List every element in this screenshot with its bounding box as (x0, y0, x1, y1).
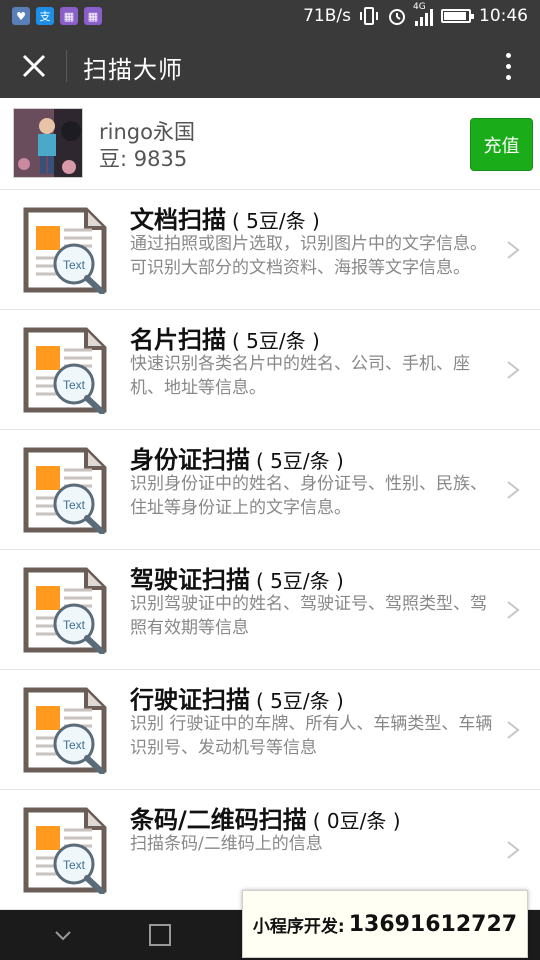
item-title-row: 名片扫描 ( 5豆/条 ) (130, 320, 320, 355)
document-scan-icon: Text (23, 807, 107, 894)
svg-text:Text: Text (63, 738, 86, 752)
item-description: 扫描条码/二维码上的信息 (130, 834, 323, 854)
user-name: ringo永国 (99, 120, 195, 144)
svg-text:Text: Text (63, 858, 86, 872)
title-bar: 扫描大师 (0, 34, 540, 98)
nav-home-icon[interactable] (149, 924, 171, 946)
gallery-icon: ▦ (60, 7, 78, 25)
chevron-right-icon (507, 360, 520, 379)
more-dot (505, 52, 511, 58)
status-indicators: 71B/s 4G 10:46 (303, 2, 528, 26)
avatar-photo (14, 109, 82, 177)
more-dot (505, 63, 511, 69)
more-button[interactable] (490, 48, 526, 84)
item-description: 识别身份证中的姓名、身份证号、性别、民族、住址等身份证上的文字信息。 (130, 474, 487, 518)
promo-overlay: 小程序开发: 13691612727 (242, 890, 528, 958)
close-button[interactable] (16, 48, 52, 84)
network-type: 4G (413, 2, 426, 12)
net-speed: 71B/s (303, 6, 351, 26)
item-title: 驾驶证扫描 (130, 566, 250, 594)
item-description: 识别驾驶证中的姓名、驾驶证号、驾照类型、驾照有效期等信息 (130, 594, 487, 638)
heart-icon: ♥ (12, 7, 30, 25)
close-icon (22, 54, 46, 78)
title-divider (66, 50, 67, 82)
notification-icons: ♥ 支 ▦ ▦ (12, 7, 102, 25)
item-title: 行驶证扫描 (130, 686, 250, 714)
svg-text:Text: Text (63, 378, 86, 392)
item-title-row: 条码/二维码扫描 ( 0豆/条 ) (130, 800, 401, 835)
item-title: 文档扫描 (130, 206, 226, 234)
item-description: 识别 行驶证中的车牌、所有人、车辆类型、车辆识别号、发动机号等信息 (130, 714, 493, 758)
document-scan-icon: Text (23, 207, 107, 294)
item-description: 通过拍照或图片选取，识别图片中的文字信息。可识别大部分的文档资料、海报等文字信息… (130, 234, 487, 278)
item-title: 条码/二维码扫描 (130, 806, 307, 834)
status-bar: ♥ 支 ▦ ▦ 71B/s 4G 10:46 (0, 0, 540, 34)
promo-label: 小程序开发: (252, 916, 345, 937)
alarm-icon (389, 9, 405, 25)
vibrate-icon (360, 7, 378, 25)
gallery-icon: ▦ (84, 7, 102, 25)
chevron-right-icon (507, 240, 520, 259)
item-price: ( 5豆/条 ) (232, 329, 320, 353)
clock: 10:46 (479, 6, 528, 26)
item-title-row: 驾驶证扫描 ( 5豆/条 ) (130, 560, 344, 595)
svg-text:Text: Text (63, 618, 86, 632)
item-price: ( 5豆/条 ) (256, 689, 344, 713)
svg-text:Text: Text (63, 258, 86, 272)
alipay-icon: 支 (36, 7, 54, 25)
scan-item-4[interactable]: Text 行驶证扫描 ( 5豆/条 ) 识别 行驶证中的车牌、所有人、车辆类型、… (0, 670, 540, 790)
scan-item-3[interactable]: Text 驾驶证扫描 ( 5豆/条 ) 识别驾驶证中的姓名、驾驶证号、驾照类型、… (0, 550, 540, 670)
signal-icon: 4G (413, 2, 433, 26)
item-title: 身份证扫描 (130, 446, 250, 474)
document-scan-icon: Text (23, 327, 107, 414)
document-scan-icon: Text (23, 447, 107, 534)
item-price: ( 5豆/条 ) (232, 209, 320, 233)
item-title-row: 身份证扫描 ( 5豆/条 ) (130, 440, 344, 475)
scan-item-2[interactable]: Text 身份证扫描 ( 5豆/条 ) 识别身份证中的姓名、身份证号、性别、民族… (0, 430, 540, 550)
user-card: ringo永国 豆: 9835 充值 (0, 98, 540, 190)
chevron-right-icon (507, 480, 520, 499)
item-price: ( 0豆/条 ) (312, 809, 401, 833)
more-dot (505, 74, 511, 80)
item-title-row: 行驶证扫描 ( 5豆/条 ) (130, 680, 344, 715)
recharge-button[interactable]: 充值 (470, 118, 533, 171)
promo-phone: 13691612727 (348, 911, 518, 937)
scan-item-0[interactable]: Text 文档扫描 ( 5豆/条 ) 通过拍照或图片选取，识别图片中的文字信息。… (0, 190, 540, 310)
avatar[interactable] (13, 108, 83, 178)
document-scan-icon: Text (23, 567, 107, 654)
item-title-row: 文档扫描 ( 5豆/条 ) (130, 200, 320, 235)
bean-balance: 豆: 9835 (99, 147, 188, 171)
chevron-right-icon (507, 840, 520, 859)
svg-text:Text: Text (63, 498, 86, 512)
page-title: 扫描大师 (83, 56, 183, 84)
chevron-right-icon (507, 600, 520, 619)
chevron-right-icon (507, 720, 520, 739)
battery-icon (441, 9, 474, 23)
scan-item-1[interactable]: Text 名片扫描 ( 5豆/条 ) 快速识别各类名片中的姓名、公司、手机、座机… (0, 310, 540, 430)
item-title: 名片扫描 (130, 326, 226, 354)
nav-back-icon[interactable] (52, 924, 74, 946)
item-price: ( 5豆/条 ) (256, 569, 344, 593)
scan-list: Text 文档扫描 ( 5豆/条 ) 通过拍照或图片选取，识别图片中的文字信息。… (0, 190, 540, 910)
document-scan-icon: Text (23, 687, 107, 774)
item-description: 快速识别各类名片中的姓名、公司、手机、座机、地址等信息。 (130, 354, 470, 398)
item-price: ( 5豆/条 ) (256, 449, 344, 473)
